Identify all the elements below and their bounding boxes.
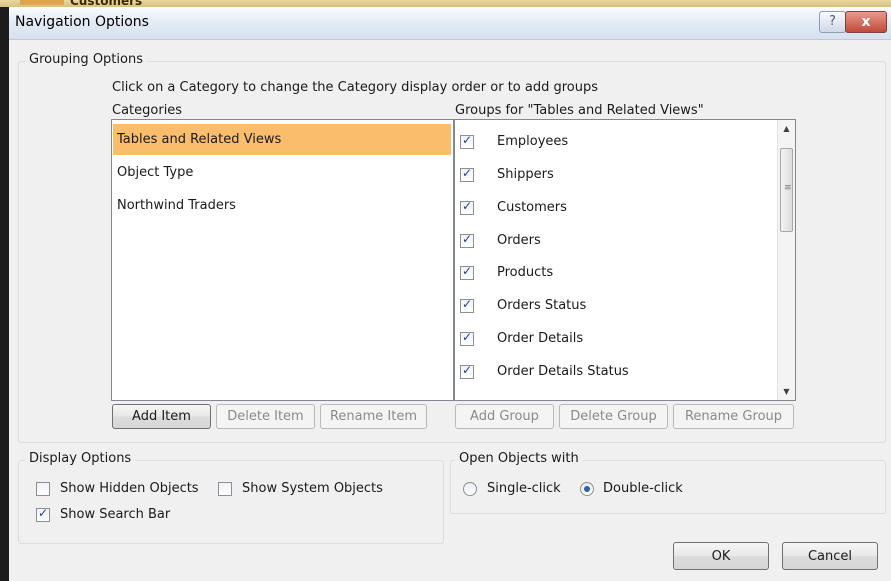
navigation-options-dialog: Navigation Options ? x Grouping Options …: [9, 7, 891, 581]
group-item-label: Shippers: [497, 167, 554, 182]
groups-scrollbar[interactable]: ▲ ≡ ▼: [777, 120, 795, 400]
grouping-instruction: Click on a Category to change the Catego…: [112, 80, 599, 95]
group-item[interactable]: Customers: [459, 195, 769, 223]
delete-group-label: Delete Group: [570, 409, 657, 424]
scroll-down-arrow-icon[interactable]: ▼: [778, 383, 795, 400]
delete-item-label: Delete Item: [227, 409, 304, 424]
category-item[interactable]: Tables and Related Views: [113, 124, 451, 155]
group-item[interactable]: Shippers: [459, 162, 769, 190]
background-window-top: Customers: [0, 0, 891, 8]
group-item-label: Order Details: [497, 331, 584, 346]
group-checkbox[interactable]: [460, 297, 474, 313]
show-system-objects-checkbox[interactable]: [218, 482, 232, 496]
rename-group-button[interactable]: Rename Group: [673, 404, 794, 429]
group-item[interactable]: Products: [459, 260, 769, 288]
background-highlight: [20, 0, 64, 5]
categories-list[interactable]: Tables and Related Views Object Type Nor…: [111, 119, 454, 401]
dialog-title: Navigation Options: [15, 14, 149, 30]
close-button[interactable]: x: [845, 11, 887, 33]
help-button[interactable]: ?: [819, 11, 846, 33]
group-item[interactable]: Orders: [459, 228, 769, 256]
add-item-label: Add Item: [132, 409, 191, 424]
group-checkbox[interactable]: [460, 330, 474, 346]
scroll-up-arrow-icon[interactable]: ▲: [778, 120, 795, 137]
group-item-label: Employees: [497, 134, 569, 149]
delete-group-button[interactable]: Delete Group: [559, 404, 668, 429]
category-item-label: Northwind Traders: [117, 198, 236, 213]
single-click-label[interactable]: Single-click: [487, 481, 561, 496]
help-icon: ?: [829, 14, 836, 29]
cancel-label: Cancel: [807, 549, 853, 564]
ok-button[interactable]: OK: [673, 542, 769, 570]
background-window-edge: [0, 0, 9, 581]
open-objects-legend: Open Objects with: [455, 451, 583, 466]
show-system-objects-label[interactable]: Show System Objects: [242, 481, 383, 496]
close-icon: x: [861, 14, 871, 30]
single-click-radio[interactable]: [463, 482, 477, 496]
group-item[interactable]: Order Details Status: [459, 359, 769, 387]
show-hidden-objects-checkbox[interactable]: [36, 482, 50, 496]
group-item-label: Order Details Status: [497, 364, 629, 379]
category-item[interactable]: Object Type: [113, 157, 451, 188]
group-checkbox[interactable]: [460, 363, 474, 379]
display-options-legend: Display Options: [25, 451, 136, 466]
group-item-label: Orders: [497, 233, 541, 248]
title-bar[interactable]: Navigation Options ? x: [9, 7, 891, 40]
rename-group-label: Rename Group: [684, 409, 783, 424]
group-checkbox[interactable]: [460, 199, 474, 215]
group-item-label: Orders Status: [497, 298, 587, 313]
group-item-label: Customers: [497, 200, 567, 215]
ok-label: OK: [711, 549, 731, 564]
rename-item-button[interactable]: Rename Item: [320, 404, 427, 429]
add-item-button[interactable]: Add Item: [112, 404, 211, 429]
double-click-label[interactable]: Double-click: [603, 481, 683, 496]
groups-label: Groups for "Tables and Related Views": [455, 103, 704, 118]
group-item[interactable]: Employees: [459, 129, 769, 157]
show-search-bar-checkbox[interactable]: [36, 506, 50, 522]
group-checkbox[interactable]: [460, 232, 474, 248]
rename-item-label: Rename Item: [329, 409, 418, 424]
add-group-label: Add Group: [470, 409, 539, 424]
cancel-button[interactable]: Cancel: [782, 542, 878, 570]
show-hidden-objects-label[interactable]: Show Hidden Objects: [60, 481, 199, 496]
grip-icon: ≡: [784, 183, 792, 193]
category-item-label: Tables and Related Views: [117, 132, 282, 147]
add-group-button[interactable]: Add Group: [455, 404, 554, 429]
group-item[interactable]: Order Details: [459, 326, 769, 354]
category-item-label: Object Type: [117, 165, 194, 180]
grouping-options-legend: Grouping Options: [25, 52, 147, 67]
group-item[interactable]: Orders Status: [459, 293, 769, 321]
show-search-bar-label[interactable]: Show Search Bar: [60, 507, 170, 522]
double-click-radio[interactable]: [580, 482, 594, 496]
category-item[interactable]: Northwind Traders: [113, 190, 451, 221]
group-item-label: Products: [497, 265, 554, 280]
delete-item-button[interactable]: Delete Item: [216, 404, 315, 429]
scroll-thumb[interactable]: ≡: [780, 148, 793, 232]
display-options-group: [18, 460, 444, 544]
group-checkbox[interactable]: [460, 166, 474, 182]
categories-label: Categories: [112, 103, 183, 118]
group-checkbox[interactable]: [460, 264, 474, 280]
groups-list[interactable]: Employees Shippers Customers Orders Prod…: [454, 119, 796, 401]
group-checkbox[interactable]: [460, 133, 474, 149]
